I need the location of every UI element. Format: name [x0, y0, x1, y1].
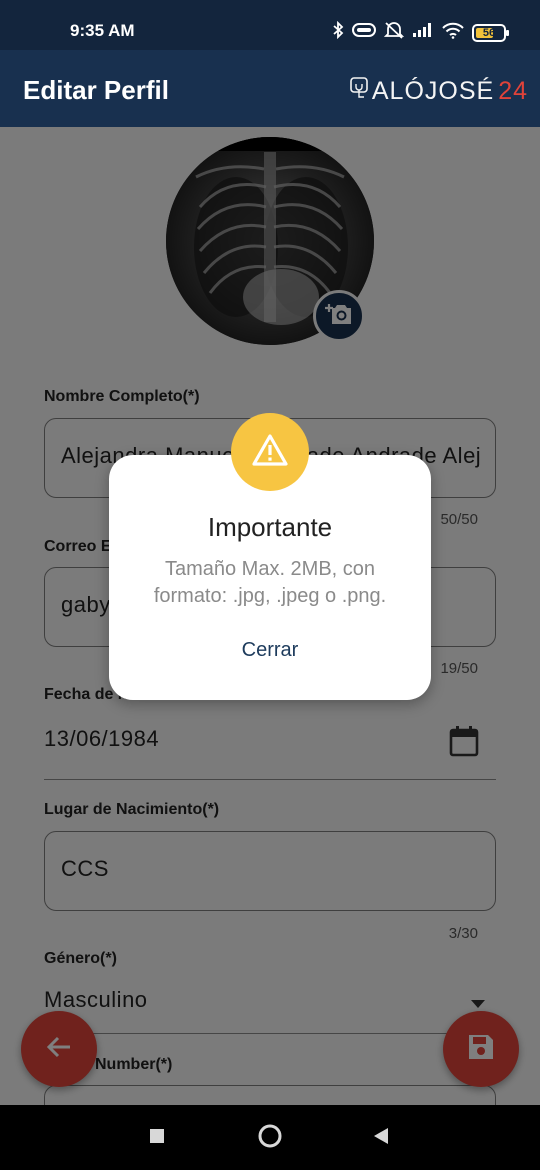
status-time: 9:35 AM [70, 21, 135, 40]
important-dialog: Importante Tamaño Max. 2MB, con formato:… [109, 455, 431, 700]
circle-icon [257, 1123, 283, 1154]
mute-icon [383, 21, 405, 44]
status-icons: 56 [332, 20, 509, 44]
home-button[interactable] [255, 1123, 285, 1154]
battery-level: 56 [482, 26, 496, 39]
warning-icon [251, 433, 289, 472]
battery-icon: 56 [472, 23, 509, 42]
dialog-message: Tamaño Max. 2MB, con formato: .jpg, .jpe… [153, 558, 387, 607]
battery-saver-icon [352, 22, 376, 43]
recent-apps-button[interactable] [142, 1125, 172, 1151]
triangle-back-icon [372, 1127, 390, 1150]
brand-logo: ALÓJOSÉ 24 [350, 76, 528, 107]
system-nav-bar [0, 1105, 540, 1170]
dialog-title: Importante [207, 512, 333, 542]
page-title: Editar Perfil [23, 75, 169, 105]
stethoscope-icon [350, 76, 368, 107]
bluetooth-icon [332, 20, 344, 44]
app-bar: Editar Perfil ALÓJOSÉ 24 [0, 50, 540, 127]
signal-icon [412, 22, 434, 43]
square-icon [149, 1128, 165, 1149]
status-bar: 9:35 AM 56 [0, 0, 540, 50]
wifi-icon [442, 22, 464, 44]
brand-number: 24 [498, 77, 528, 105]
brand-text: ALÓJOSÉ [371, 77, 495, 105]
warning-badge [231, 413, 309, 491]
back-nav-button[interactable] [366, 1125, 396, 1151]
close-button[interactable]: Cerrar [219, 639, 321, 662]
